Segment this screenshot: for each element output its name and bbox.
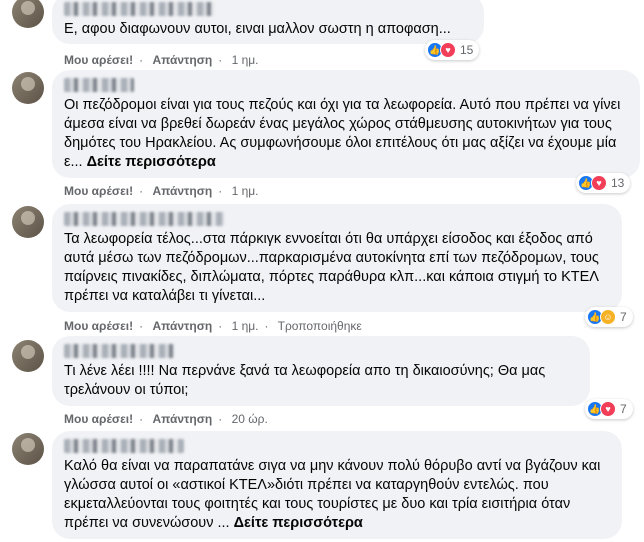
reply-button[interactable]: Απάντηση [152, 412, 212, 426]
edited-label: Τροποποιήθηκε [277, 319, 362, 333]
comment-bubble: Τα λεωφορεία τέλος...στα πάρκιγκ εννοείτ… [52, 204, 622, 312]
comment-bubble: Τι λένε λέει !!!! Να περνάνε ξανά τα λεω… [52, 336, 590, 406]
timestamp[interactable]: 1 ημ. [232, 319, 259, 333]
avatar[interactable] [12, 340, 44, 372]
reaction-count: 15 [460, 43, 474, 57]
reaction-summary[interactable]: 👍 ♥ 15 [425, 40, 480, 60]
avatar[interactable] [12, 206, 44, 238]
comment-bubble: Ε, αφου διαφωνουν αυτοι, ειναι μαλλον σω… [52, 0, 484, 44]
comment-actions: Μου αρέσει! · Απάντηση · 1 ημ. · Τροποποιήθ… [64, 319, 362, 333]
like-button[interactable]: Μου αρέσει! [64, 412, 133, 426]
like-button[interactable]: Μου αρέσει! [64, 319, 133, 333]
like-button[interactable]: Μου αρέσει! [64, 184, 133, 198]
reply-button[interactable]: Απάντηση [152, 184, 212, 198]
reaction-count: 7 [620, 310, 627, 324]
comment-text: Τα λεωφορεία τέλος...στα πάρκιγκ εννοείτ… [64, 231, 599, 304]
comment-text: Τι λένε λέει !!!! Να περνάνε ξανά τα λεω… [64, 363, 546, 398]
commenter-name-redacted[interactable] [64, 78, 134, 92]
avatar[interactable] [12, 433, 44, 465]
comment-bubble: Οι πεζόδρομοι είναι για τους πεζούς και … [52, 70, 640, 178]
reply-button[interactable]: Απάντηση [152, 53, 212, 67]
commenter-name-redacted[interactable] [64, 2, 214, 16]
reaction-count: 13 [611, 176, 625, 190]
commenter-name-redacted[interactable] [64, 344, 174, 358]
comment-text: Ε, αφου διαφωνουν αυτοι, ειναι μαλλον σω… [64, 21, 451, 37]
love-icon: ♥ [591, 175, 607, 191]
comment-actions: Μου αρέσει! · Απάντηση · 1 ημ. [64, 53, 259, 67]
timestamp[interactable]: 1 ημ. [232, 53, 259, 67]
comment-actions: Μου αρέσει! · Απάντηση · 20 ώρ. [64, 412, 268, 426]
reaction-summary[interactable]: 👍 ♥ 13 [576, 173, 631, 193]
timestamp[interactable]: 20 ώρ. [232, 412, 268, 426]
commenter-name-redacted[interactable] [64, 212, 224, 226]
reaction-summary[interactable]: 👍 ♥ 7 [585, 399, 633, 419]
comment-bubble: Καλό θα είναι να παραπατάνε σιγα να μην … [52, 431, 622, 539]
comment-actions: Μου αρέσει! · Απάντηση · 1 ημ. [64, 184, 259, 198]
commenter-name-redacted[interactable] [64, 439, 184, 453]
love-icon: ♥ [600, 401, 616, 417]
reply-button[interactable]: Απάντηση [152, 319, 212, 333]
comment-text: Καλό θα είναι να παραπατάνε σιγα να μην … [64, 458, 601, 531]
see-more-link[interactable]: Δείτε περισσότερα [234, 515, 363, 531]
like-button[interactable]: Μου αρέσει! [64, 53, 133, 67]
see-more-link[interactable]: Δείτε περισσότερα [87, 154, 216, 170]
haha-icon: ☺ [600, 309, 616, 325]
timestamp[interactable]: 1 ημ. [232, 184, 259, 198]
love-icon: ♥ [440, 42, 456, 58]
reaction-summary[interactable]: 👍 ☺ 7 [585, 307, 633, 327]
reaction-count: 7 [620, 402, 627, 416]
avatar[interactable] [12, 72, 44, 104]
avatar[interactable] [12, 0, 44, 28]
comment-text: Οι πεζόδρομοι είναι για τους πεζούς και … [64, 97, 621, 170]
